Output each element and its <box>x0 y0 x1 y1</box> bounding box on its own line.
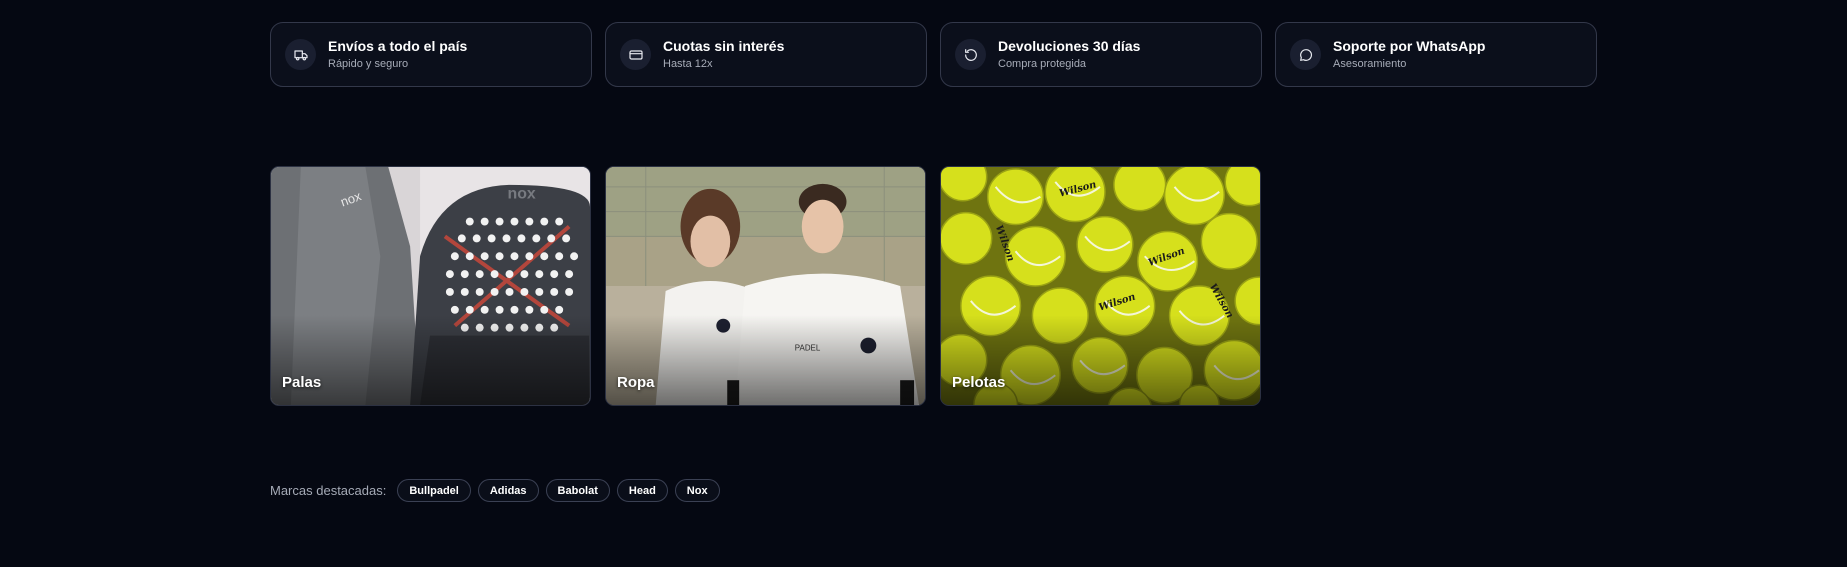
brand-chip-nox[interactable]: Nox <box>674 479 720 502</box>
featured-brands-label: Marcas destacadas: <box>270 483 387 498</box>
benefit-subtitle: Rápido y seguro <box>328 57 409 70</box>
card-gradient <box>606 315 925 405</box>
chat-bubble-icon <box>1290 39 1321 70</box>
credit-card-icon <box>620 39 651 70</box>
category-card-ropa[interactable]: PADEL Ropa <box>605 166 926 406</box>
brand-chip-babolat[interactable]: Babolat <box>545 479 610 502</box>
categories-row: nox nox Palas Ropa Wilson Wilson Wilson … <box>270 166 1597 406</box>
category-label: Ropa <box>617 374 655 391</box>
brand-chip-head[interactable]: Head <box>616 479 668 502</box>
benefit-support: Soporte por WhatsApp Asesoramiento <box>1275 22 1597 87</box>
brand-chip-bullpadel[interactable]: Bullpadel <box>397 479 471 502</box>
category-label: Palas <box>282 374 322 391</box>
benefit-subtitle: Asesoramiento <box>1333 57 1407 70</box>
brand-chip-adidas[interactable]: Adidas <box>477 479 539 502</box>
card-gradient <box>271 315 590 405</box>
page-content: Envíos a todo el país Rápido y seguro Cu… <box>270 22 1597 502</box>
benefit-subtitle: Hasta 12x <box>663 57 713 70</box>
category-card-pelotas[interactable]: Wilson Wilson Wilson Wilson Wilson Pelot… <box>940 166 1261 406</box>
benefits-row: Envíos a todo el país Rápido y seguro Cu… <box>270 22 1597 87</box>
truck-icon <box>285 39 316 70</box>
featured-brands: Marcas destacadas: Bullpadel Adidas Babo… <box>270 479 1597 502</box>
benefit-returns: Devoluciones 30 días Compra protegida <box>940 22 1262 87</box>
rotate-ccw-icon <box>955 39 986 70</box>
benefit-title: Envíos a todo el país <box>328 37 468 54</box>
benefit-title: Soporte por WhatsApp <box>1333 37 1486 54</box>
category-card-palas[interactable]: nox nox Palas <box>270 166 591 406</box>
benefit-subtitle: Compra protegida <box>998 57 1087 70</box>
svg-text:nox: nox <box>508 186 536 203</box>
benefit-installments: Cuotas sin interés Hasta 12x <box>605 22 927 87</box>
benefit-shipping: Envíos a todo el país Rápido y seguro <box>270 22 592 87</box>
benefit-title: Cuotas sin interés <box>663 37 785 54</box>
benefit-title: Devoluciones 30 días <box>998 37 1141 54</box>
category-label: Pelotas <box>952 374 1006 391</box>
card-gradient <box>941 315 1260 405</box>
